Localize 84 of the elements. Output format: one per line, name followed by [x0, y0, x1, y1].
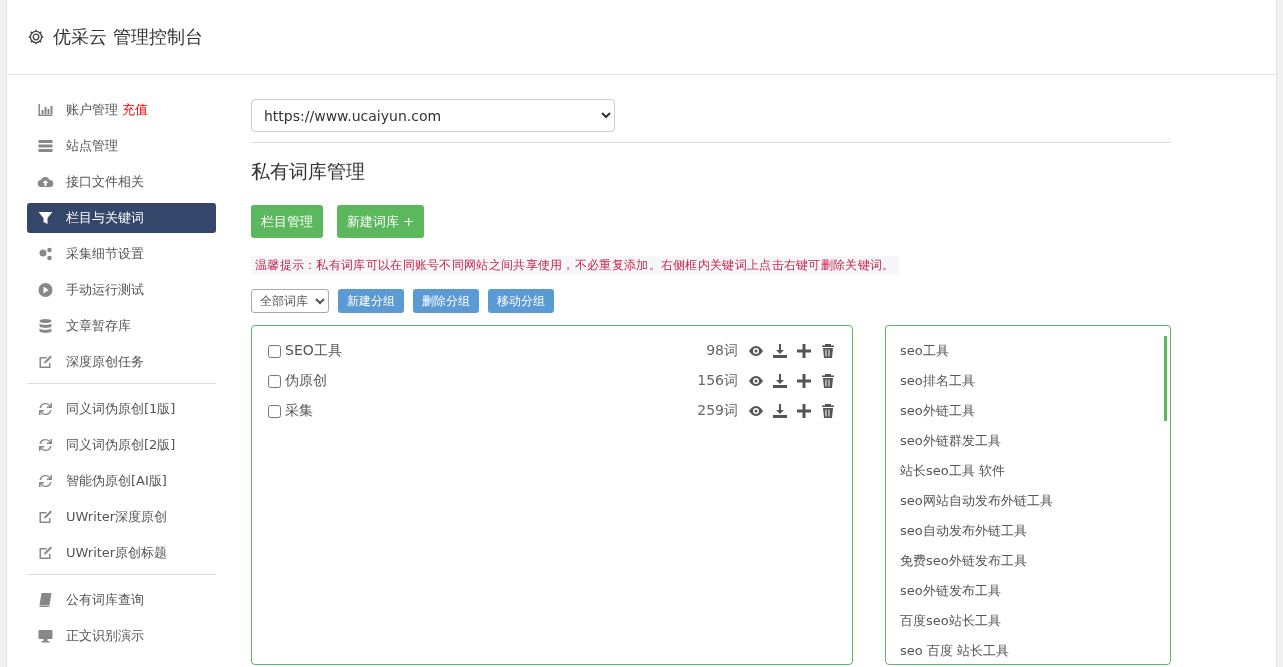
cloud-upload-icon [37, 174, 54, 190]
server-icon [37, 138, 54, 154]
edit-icon [37, 509, 54, 525]
plus-icon[interactable] [796, 373, 812, 389]
sidebar-label: 手动运行测试 [66, 281, 144, 299]
settings-icon [27, 28, 45, 46]
sidebar-label: 站点管理 [66, 137, 118, 155]
sidebar-item[interactable]: 正文识别演示 [27, 621, 216, 651]
plus-icon[interactable] [796, 403, 812, 419]
library-checkbox[interactable] [268, 344, 281, 358]
sidebar-label: UWriter原创标题 [66, 544, 168, 562]
keyword-item[interactable]: seo外链群发工具 [900, 426, 1156, 456]
sidebar-label: 正文识别演示 [66, 627, 144, 645]
filter-icon [37, 210, 54, 226]
sidebar-label: 智能伪原创[AI版] [66, 472, 167, 490]
group-select[interactable]: 全部词库 [251, 289, 329, 313]
sidebar-item[interactable]: 文章暂存库 [27, 311, 216, 341]
eye-icon[interactable] [748, 373, 764, 389]
keyword-item[interactable]: seo自动发布外链工具 [900, 516, 1156, 546]
library-checkbox[interactable] [268, 404, 281, 418]
hint-text: 温馨提示：私有词库可以在同账号不同网站之间共享使用，不必重复添加。右侧框内关键词上点击右键可删除关键词。 [251, 256, 899, 275]
library-name[interactable]: 采集 [285, 402, 313, 420]
keyword-item[interactable]: seo排名工具 [900, 366, 1156, 396]
monitor-icon [37, 628, 54, 644]
sidebar-label: 同义词伪原创[1版] [66, 400, 176, 418]
recharge-link[interactable]: 充值 [122, 101, 148, 119]
scrollbar-thumb[interactable] [1164, 336, 1167, 421]
refresh-icon [37, 473, 54, 489]
console-title: 优采云 管理控制台 [53, 25, 203, 49]
keyword-item[interactable]: 免费seo外链发布工具 [900, 546, 1156, 576]
keyword-item[interactable]: seo网站自动发布外链工具 [900, 486, 1156, 516]
keyword-item[interactable]: 站长seo工具 软件 [900, 456, 1156, 486]
sidebar-item[interactable]: 手动运行测试 [27, 275, 216, 305]
sidebar-item[interactable]: 同义词伪原创[2版] [27, 430, 216, 460]
sidebar-label: 采集细节设置 [66, 245, 144, 263]
sidebar-item[interactable]: 同义词伪原创[1版] [27, 394, 216, 424]
sidebar-item[interactable]: 栏目与关键词 [27, 203, 216, 233]
sidebar-label: 深度原创任务 [66, 353, 144, 371]
sidebar-item[interactable]: 账户管理 充值 [27, 95, 216, 125]
sidebar-label: 账户管理 [66, 101, 118, 119]
word-count: 259词 [697, 402, 738, 420]
sidebar-item[interactable]: 智能伪原创[AI版] [27, 466, 216, 496]
refresh-icon [37, 401, 54, 417]
keyword-item[interactable]: 百度seo站长工具 [900, 606, 1156, 636]
library-name[interactable]: 伪原创 [285, 372, 327, 390]
sidebar-label: 文章暂存库 [66, 317, 131, 335]
library-checkbox[interactable] [268, 374, 281, 388]
trash-icon[interactable] [820, 373, 836, 389]
site-select[interactable]: https://www.ucaiyun.com [251, 99, 615, 132]
database-icon [37, 318, 54, 334]
sidebar-item[interactable]: 接口文件相关 [27, 167, 216, 197]
book-icon [37, 592, 54, 608]
bar-chart-icon [37, 102, 54, 118]
sidebar-label: 同义词伪原创[2版] [66, 436, 176, 454]
edit-icon [37, 545, 54, 561]
sidebar-label: 栏目与关键词 [66, 209, 144, 227]
keyword-item[interactable]: seo外链工具 [900, 396, 1156, 426]
trash-icon[interactable] [820, 403, 836, 419]
sidebar-label: 接口文件相关 [66, 173, 144, 191]
keyword-item[interactable]: seo 百度 站长工具 [900, 636, 1156, 666]
eye-icon[interactable] [748, 343, 764, 359]
sidebar-item[interactable]: UWriter原创标题 [27, 538, 216, 568]
play-icon [37, 282, 54, 298]
download-icon[interactable] [772, 403, 788, 419]
sidebar-label: 公有词库查询 [66, 591, 144, 609]
keyword-item[interactable]: seo外链发布工具 [900, 576, 1156, 606]
refresh-icon [37, 437, 54, 453]
word-count: 156词 [697, 372, 738, 390]
download-icon[interactable] [772, 373, 788, 389]
sidebar-item[interactable]: UWriter深度原创 [27, 502, 216, 532]
eye-icon[interactable] [748, 403, 764, 419]
trash-icon[interactable] [820, 343, 836, 359]
sidebar-item[interactable]: 深度原创任务 [27, 347, 216, 377]
word-count: 98词 [706, 342, 738, 360]
keyword-item[interactable]: seo工具 [900, 336, 1156, 366]
sidebar-label: UWriter深度原创 [66, 508, 168, 526]
page-heading: 私有词库管理 [251, 159, 366, 184]
sidebar-item[interactable]: 站点管理 [27, 131, 216, 161]
plus-icon[interactable] [796, 343, 812, 359]
download-icon[interactable] [772, 343, 788, 359]
edit-icon [37, 354, 54, 370]
sidebar-item[interactable]: 采集细节设置 [27, 239, 216, 269]
sidebar-item[interactable]: 公有词库查询 [27, 585, 216, 615]
library-name[interactable]: SEO工具 [285, 342, 342, 360]
